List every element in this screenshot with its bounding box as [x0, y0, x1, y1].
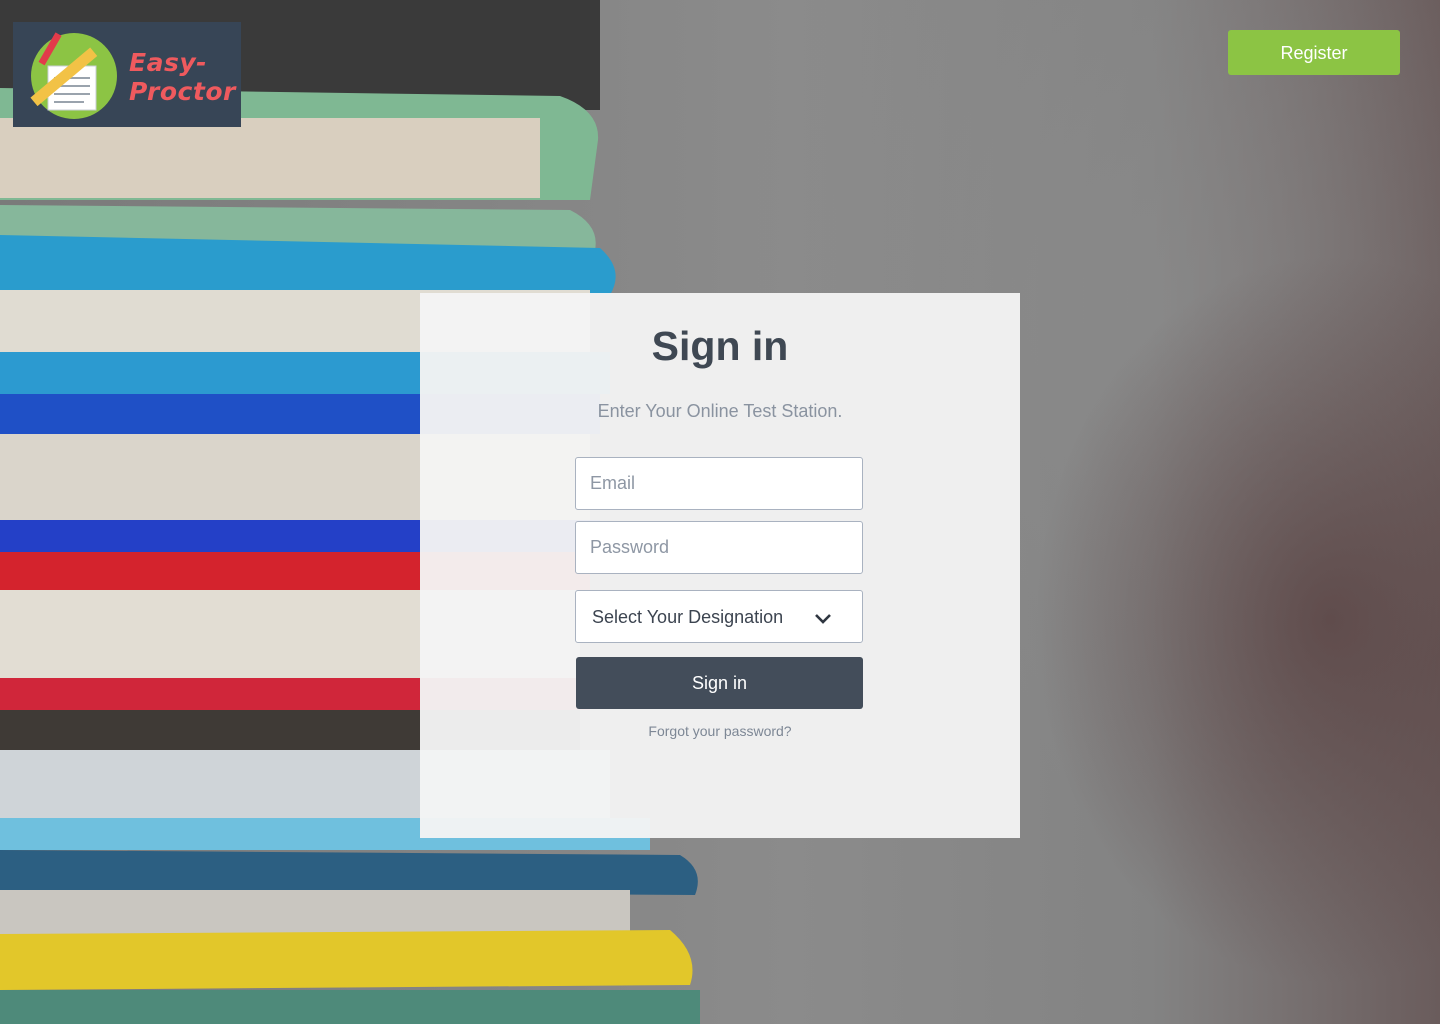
- signin-subtitle: Enter Your Online Test Station.: [597, 401, 843, 421]
- designation-select[interactable]: Select Your Designation: [575, 590, 863, 643]
- password-field[interactable]: [575, 521, 863, 574]
- forgot-password-link[interactable]: Forgot your password?: [420, 723, 1020, 739]
- brand-name: Easy- Proctor: [129, 48, 236, 106]
- designation-select-value: Select Your Designation: [592, 607, 784, 627]
- brand-name-line1: Easy-: [129, 48, 208, 77]
- signin-button[interactable]: Sign in: [576, 657, 863, 709]
- email-field[interactable]: [575, 457, 863, 510]
- signin-title: Sign in: [651, 323, 789, 369]
- register-button[interactable]: Register: [1228, 30, 1400, 75]
- brand-name-line2: Proctor: [129, 77, 236, 106]
- signin-card: Sign in Enter Your Online Test Station. …: [420, 293, 1020, 838]
- chevron-down-icon: [815, 614, 831, 624]
- proctor-logo-icon: [30, 32, 117, 119]
- app-logo[interactable]: Easy- Proctor: [13, 22, 241, 127]
